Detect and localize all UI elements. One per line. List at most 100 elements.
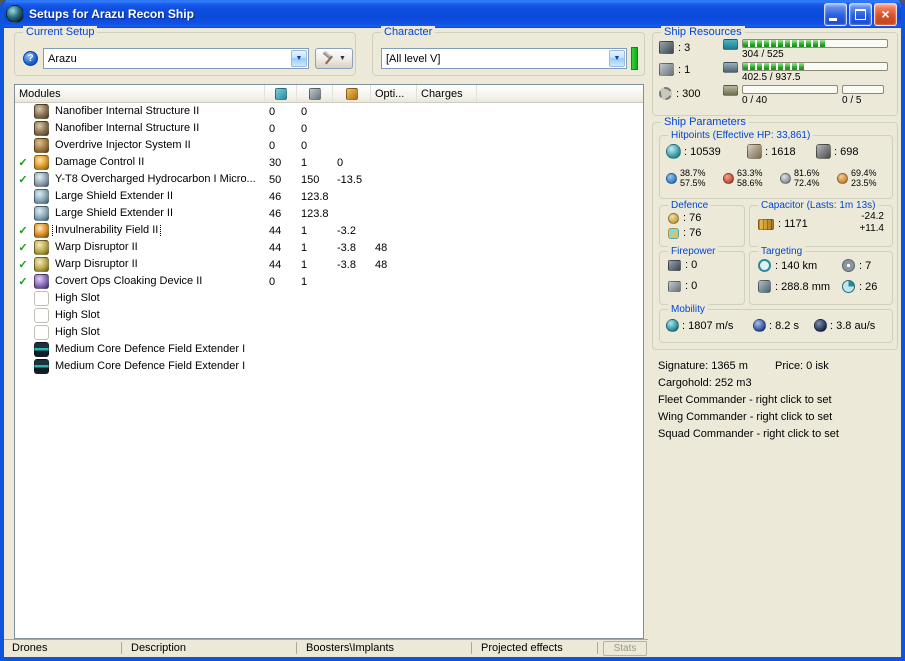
launcher-hardpoints-value: : 1 [678, 63, 691, 76]
fleet-commander-line[interactable]: Fleet Commander - right click to set [658, 394, 832, 406]
warp-disruptor-icon [33, 240, 49, 255]
help-icon[interactable]: ? [23, 51, 38, 66]
firepower-label: Firepower [668, 245, 719, 258]
module-row[interactable]: ✓ Damage Control II 30 1 0 [15, 154, 643, 171]
character-select-value: [All level V] [386, 52, 441, 65]
maximize-button[interactable] [849, 2, 872, 26]
targeting-label: Targeting [758, 245, 806, 258]
max-velocity-value: : 1807 m/s [682, 319, 734, 332]
em-resist: 38.7% 57.5% [666, 168, 723, 188]
empty-high-slot-icon [33, 291, 49, 306]
targeting-group: Targeting : 140 km : 7 : 288.8 mm : 26 [749, 245, 893, 305]
module-cpu-value: 44 [269, 224, 282, 237]
overdrive-injector-icon [33, 138, 49, 153]
explosive-armor-resist-value: 23.5% [851, 178, 877, 188]
titlebar[interactable]: Setups for Arazu Recon Ship × [4, 0, 901, 28]
module-row[interactable]: Nanofiber Internal Structure II 0 0 [15, 103, 643, 120]
explosive-shield-resist-value: 69.4% [851, 168, 877, 178]
module-name: High Slot [55, 309, 100, 321]
capacitor-amount-value: : 1171 [778, 218, 808, 230]
tab-drones[interactable]: Drones [12, 642, 47, 654]
minimize-button[interactable] [824, 2, 847, 26]
powergrid-stat: 402.5 / 937.5 [723, 62, 888, 83]
module-row[interactable]: ✓ Warp Disruptor II 44 1 -3.8 48 [15, 239, 643, 256]
module-name: Medium Core Defence Field Extender I [55, 360, 246, 372]
em-armor-resist-value: 57.5% [680, 178, 706, 188]
column-header-capacitor[interactable] [333, 85, 371, 102]
squad-commander-line[interactable]: Squad Commander - right click to set [658, 428, 839, 440]
module-powergrid-value: 1 [301, 224, 308, 237]
app-icon [6, 5, 24, 23]
shield-hp-icon [666, 144, 681, 159]
close-button[interactable]: × [874, 2, 897, 26]
module-active-check: ✓ [18, 174, 28, 186]
targeting-range-value: : 140 km [775, 259, 818, 272]
module-row[interactable]: Large Shield Extender II 46 123.8 [15, 188, 643, 205]
wing-commander-line[interactable]: Wing Commander - right click to set [658, 411, 832, 423]
module-row[interactable]: ✓ Invulnerability Field II 44 1 -3.2 [15, 222, 643, 239]
module-powergrid-value: 1 [301, 275, 308, 288]
module-row[interactable]: Large Shield Extender II 46 123.8 [15, 205, 643, 222]
module-row[interactable]: ✓ Warp Disruptor II 44 1 -3.8 48 [15, 256, 643, 273]
kinetic-resist: 81.6% 72.4% [780, 168, 837, 188]
cpu-icon [723, 39, 738, 50]
powergrid-bar [742, 62, 888, 71]
module-powergrid-value: 0 [301, 122, 308, 135]
setup-select[interactable]: Arazu ▼ [43, 48, 309, 69]
module-row[interactable]: Medium Core Defence Field Extender I [15, 358, 643, 375]
setup-tools-button[interactable]: ▼ [315, 48, 353, 69]
module-cpu-value: 0 [269, 105, 276, 118]
character-combo-arrow-icon[interactable]: ▼ [609, 50, 625, 67]
tab-boosters-implants[interactable]: Boosters\Implants [306, 642, 394, 654]
empty-high-slot-icon [33, 308, 49, 323]
setup-combo-arrow-icon[interactable]: ▼ [291, 50, 307, 67]
launcher-hardpoint-icon [659, 63, 674, 76]
tab-separator [471, 642, 472, 654]
max-targets-icon [842, 259, 855, 272]
capacitor-column-icon [345, 87, 358, 100]
signature-value: Signature: 1365 m [658, 360, 748, 372]
module-row[interactable]: ✓ Covert Ops Cloaking Device II 0 1 [15, 273, 643, 290]
module-row[interactable]: High Slot [15, 307, 643, 324]
module-row[interactable]: Nanofiber Internal Structure II 0 0 [15, 120, 643, 137]
module-row[interactable]: High Slot [15, 290, 643, 307]
cpu-column-icon [274, 87, 287, 100]
tab-separator [296, 642, 297, 654]
capacitor-balance-stats: -24.2 +11.4 [859, 211, 884, 234]
column-header-modules[interactable]: Modules [15, 85, 265, 102]
module-row[interactable]: High Slot [15, 324, 643, 341]
module-row[interactable]: Overdrive Injector System II 0 0 [15, 137, 643, 154]
module-cpu-value: 0 [269, 122, 276, 135]
launcher-hardpoints-stat: : 1 [659, 63, 690, 76]
module-cpu-value: 44 [269, 258, 282, 271]
setup-select-value: Arazu [48, 52, 77, 65]
character-select[interactable]: [All level V] ▼ [381, 48, 627, 69]
price-value: Price: 0 isk [775, 360, 829, 372]
microwarpdrive-icon [33, 172, 49, 187]
column-header-charges[interactable]: Charges [417, 85, 477, 102]
column-header-optimal[interactable]: Opti... [371, 85, 417, 102]
module-active-check: ✓ [18, 242, 28, 254]
module-capacitor-value: -13.5 [337, 173, 363, 186]
missile-dps-stat: : 0 [668, 280, 697, 292]
cloaking-device-icon [33, 274, 49, 289]
column-header-powergrid[interactable] [297, 85, 333, 102]
module-row[interactable]: Medium Core Defence Field Extender I [15, 341, 643, 358]
structure-hp-value: : 698 [834, 145, 859, 158]
shield-extender-icon [33, 189, 49, 204]
capacitor-recharge-value: +11.4 [859, 223, 884, 234]
module-capacitor-value: -3.2 [337, 224, 356, 237]
stats-button[interactable]: Stats [603, 641, 647, 656]
ship-resources-label: Ship Resources [661, 26, 745, 39]
module-name: Damage Control II [55, 156, 145, 168]
tab-description[interactable]: Description [131, 642, 186, 654]
defence-bottom-stat: : 76 [668, 227, 701, 239]
column-header-cpu[interactable] [265, 85, 297, 102]
module-capacitor-value: -3.8 [337, 258, 356, 271]
module-row[interactable]: ✓ Y-T8 Overcharged Hydrocarbon I Micro..… [15, 171, 643, 188]
warp-speed-icon [814, 319, 827, 332]
module-name: Warp Disruptor II [55, 241, 138, 253]
warp-disruptor-icon [33, 257, 49, 272]
tab-projected-effects[interactable]: Projected effects [481, 642, 563, 654]
module-cpu-value: 44 [269, 241, 282, 254]
